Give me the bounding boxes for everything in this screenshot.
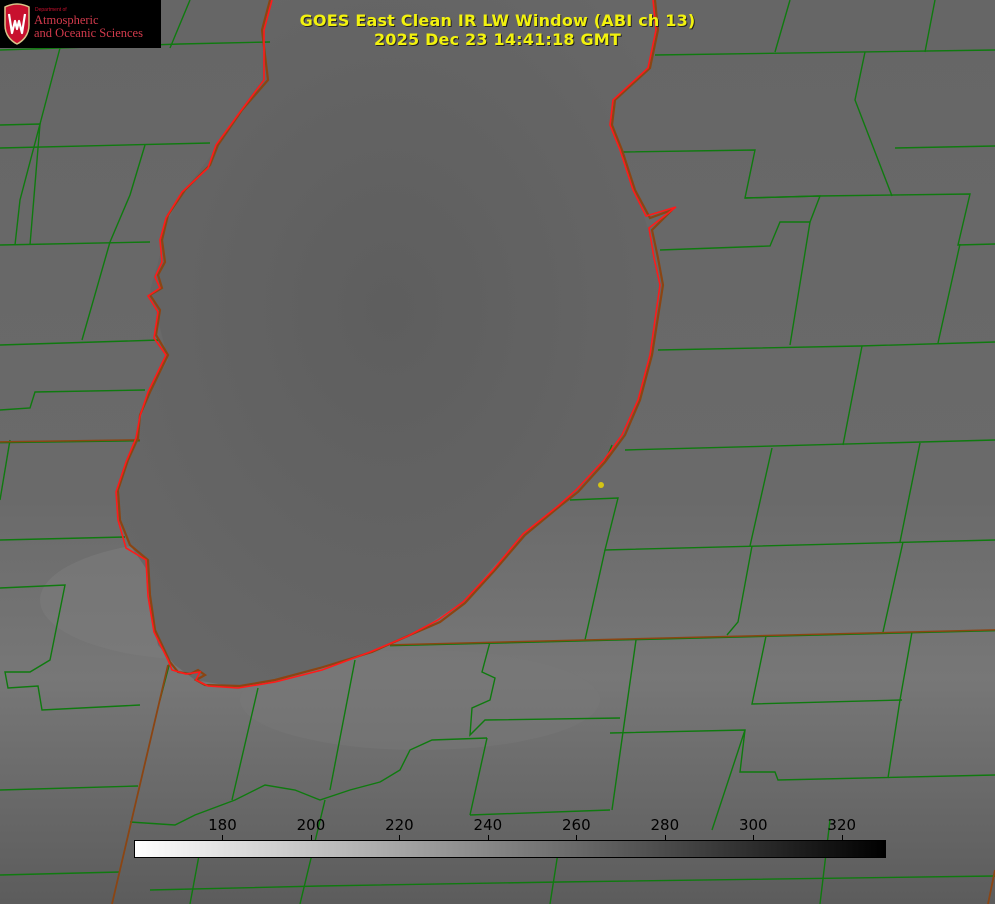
colorbar-tick-mark bbox=[487, 835, 489, 840]
colorbar-tick-label: 200 bbox=[296, 816, 326, 834]
colorbar-tick-label: 220 bbox=[385, 816, 414, 834]
colorbar-tick-label: 300 bbox=[738, 816, 768, 834]
temperature-colorbar bbox=[134, 840, 886, 858]
colorbar-tick-mark bbox=[753, 835, 755, 840]
colorbar-tick-label: 280 bbox=[650, 816, 680, 834]
colorbar-tick-mark bbox=[399, 835, 401, 840]
colorbar-tick-label: 260 bbox=[562, 816, 591, 834]
colorbar-tick-mark bbox=[841, 835, 843, 840]
satellite-map bbox=[0, 0, 995, 904]
colorbar-tick-mark bbox=[576, 835, 578, 840]
location-marker bbox=[598, 482, 604, 488]
image-timestamp: 2025 Dec 23 14:41:18 GMT bbox=[373, 30, 622, 49]
colorbar-tick-mark bbox=[222, 835, 224, 840]
colorbar-tick-label: 180 bbox=[208, 816, 237, 834]
colorbar-tick-label: 320 bbox=[827, 816, 857, 834]
colorbar-tick-mark bbox=[664, 835, 666, 840]
colorbar-tick-mark bbox=[310, 835, 312, 840]
image-title: GOES East Clean IR LW Window (ABI ch 13) bbox=[299, 11, 696, 30]
colorbar-tick-label: 240 bbox=[473, 816, 503, 834]
